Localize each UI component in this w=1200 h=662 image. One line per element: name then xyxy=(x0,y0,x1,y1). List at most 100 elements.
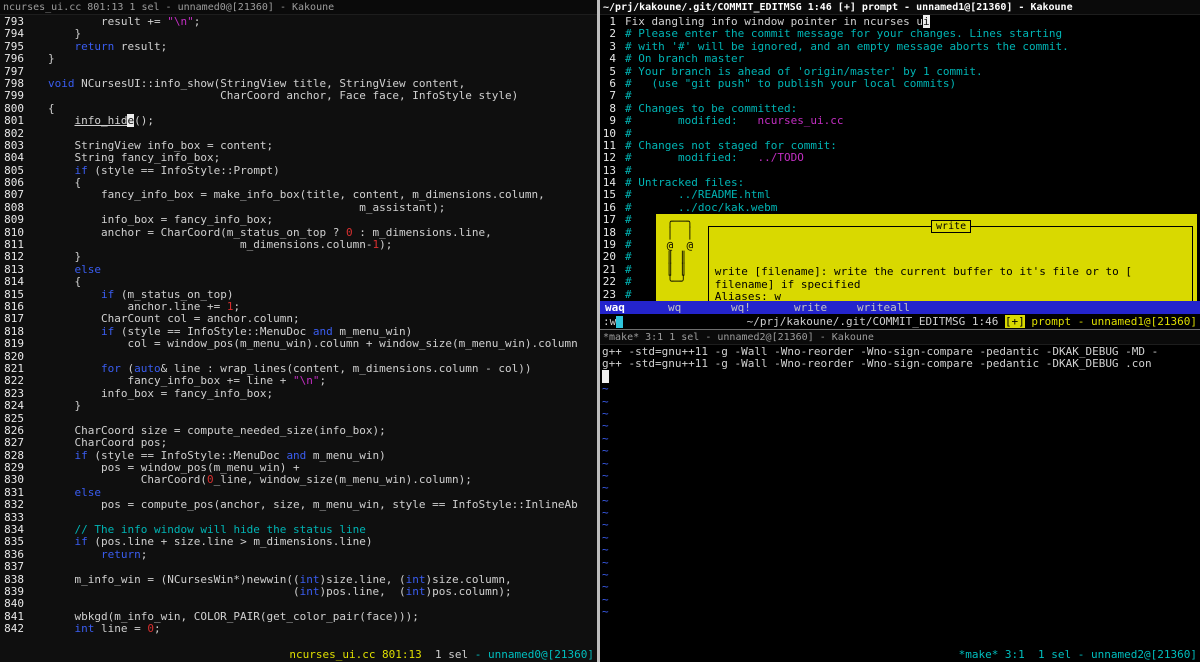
buffer-padding-tilde: ~ xyxy=(602,458,1200,470)
text-segment: } xyxy=(48,27,81,40)
text-segment: result += xyxy=(48,15,167,28)
line-number: 796 xyxy=(2,53,24,65)
line-number: 809 xyxy=(2,214,24,226)
completion-menu-item-wq[interactable]: wq xyxy=(668,301,731,314)
completion-menu-item-wq[interactable]: wq! xyxy=(731,301,794,314)
text-segment: line = xyxy=(94,622,147,635)
make-buffer-view[interactable]: g++ -std=gnu++11 -g -Wall -Wno-reorder -… xyxy=(600,345,1200,647)
text-segment xyxy=(48,486,75,499)
line-number: 817 xyxy=(2,313,24,325)
text-segment: # Untracked files: xyxy=(625,176,744,189)
line-number: 799 xyxy=(2,90,24,102)
buffer-padding-tilde: ~ xyxy=(602,581,1200,593)
text-segment: CharCoord anchor, Face face, InfoStyle s… xyxy=(48,89,518,102)
line-number: 2 xyxy=(602,28,616,40)
code-line: 6# (use "git push" to publish your local… xyxy=(602,78,1200,90)
text-segment: # with '#' will be ignored, and an empty… xyxy=(625,40,1069,53)
text-segment: NCursesUI::info_show(StringView title, S… xyxy=(75,77,466,90)
assistant-clippy-icon: ╭──╮ │ │ @ @ ║ ║ ║ ║ ╰─╯ xyxy=(660,216,700,299)
line-number: 822 xyxy=(2,375,24,387)
text-segment: and xyxy=(286,449,306,462)
line-number: 842 xyxy=(2,623,24,635)
text-segment: # ../README.html xyxy=(625,188,771,201)
completion-menu-item-writeall[interactable]: writeall xyxy=(857,301,920,314)
text-segment: pos = window_pos(m_menu_win) + xyxy=(48,461,300,474)
text-segment: ~ xyxy=(602,382,609,395)
text-segment: anchor = CharCoord(m_status_on_top ? xyxy=(48,226,346,239)
code-line: 9# modified: ncurses_ui.cc xyxy=(602,115,1200,127)
text-segment: wbkgd(m_info_win, COLOR_PAIR(get_color_p… xyxy=(48,610,419,623)
line-number: 832 xyxy=(2,499,24,511)
code-line: 793 result += "\n"; xyxy=(2,16,597,28)
text-segment: ~ xyxy=(602,407,609,420)
text-segment xyxy=(48,622,75,635)
text-segment: # (use "git push" to publish your local … xyxy=(625,77,956,90)
completion-menu-item-waq[interactable]: waq xyxy=(605,301,668,314)
buffer-padding-tilde: ~ xyxy=(602,383,1200,395)
text-segment: "\n" xyxy=(293,374,320,387)
text-segment: # xyxy=(625,226,632,239)
line-number: 819 xyxy=(2,338,24,350)
left-window-titlebar[interactable]: ncurses_ui.cc 801:13 1 sel - unnamed0@[2… xyxy=(0,0,597,15)
text-segment: (); xyxy=(134,114,154,127)
commit-statusline: :w ~/prj/kakoune/.git/COMMIT_EDITMSG 1:4… xyxy=(600,314,1200,329)
text-segment: m_menu_win) xyxy=(306,449,385,462)
text-segment: ~ xyxy=(602,580,609,593)
text-segment: } xyxy=(48,250,81,263)
make-status-bufinfo: *make* 3:1 1 sel - unnamed2@[21360] xyxy=(959,647,1197,662)
text-segment: if xyxy=(75,535,88,548)
text-segment: (style == InfoStyle::MenuDoc xyxy=(88,449,287,462)
text-segment: { xyxy=(48,102,55,115)
make-window-titlebar[interactable]: *make* 3:1 1 sel - unnamed2@[21360] - Ka… xyxy=(600,330,1200,345)
commit-window-titlebar[interactable]: ~/prj/kakoune/.git/COMMIT_EDITMSG 1:46 [… xyxy=(600,0,1200,15)
text-segment: 0 xyxy=(147,622,154,635)
text-segment: (m_status_on_top) xyxy=(114,288,233,301)
line-number: 824 xyxy=(2,400,24,412)
info-popup-text-line: Aliases: w xyxy=(715,291,1186,301)
buffer-padding-tilde: ~ xyxy=(602,519,1200,531)
line-number: 4 xyxy=(602,53,616,65)
code-line: 796} xyxy=(2,53,597,65)
completion-menu-item-write[interactable]: write xyxy=(794,301,857,314)
prompt-line[interactable]: :w xyxy=(603,314,623,329)
text-segment: # Your branch is ahead of 'origin/master… xyxy=(625,65,983,78)
text-segment: m_menu_win) xyxy=(333,325,412,338)
text-segment xyxy=(48,40,75,53)
text-segment: ~ xyxy=(602,556,609,569)
text-segment: } xyxy=(48,399,81,412)
text-segment: pos = compute_pos(anchor, size, m_menu_w… xyxy=(48,498,578,511)
text-segment: StringView info_box = content; xyxy=(48,139,273,152)
line-number: 22 xyxy=(602,276,616,288)
code-line: 836 return; xyxy=(2,549,597,561)
text-segment: # xyxy=(625,238,632,251)
line-number: 830 xyxy=(2,474,24,486)
buffer-padding-tilde: ~ xyxy=(602,482,1200,494)
line-number: 15 xyxy=(602,189,616,201)
text-segment: *make* 3:1 1 sel - unnamed2@[21360] xyxy=(959,648,1197,661)
info-popup-text: write [filename]: write the current buff… xyxy=(715,266,1186,301)
text-segment: int xyxy=(406,573,426,586)
left-buffer-view[interactable]: 793 result += "\n";794 }795 return resul… xyxy=(0,15,597,647)
text-segment: # modified: xyxy=(625,151,757,164)
line-number: 20 xyxy=(602,251,616,263)
text-segment: ; xyxy=(194,15,201,28)
text-segment: int xyxy=(300,573,320,586)
text-segment: 0 xyxy=(346,226,353,239)
text-segment: ncurses_ui.cc 801:13 xyxy=(289,648,428,661)
text-segment: # Changes to be committed: xyxy=(625,102,797,115)
code-line: 824 } xyxy=(2,400,597,412)
line-number: 835 xyxy=(2,536,24,548)
text-segment: ~ xyxy=(602,469,609,482)
text-segment: int xyxy=(300,585,320,598)
text-segment: )pos.column); xyxy=(426,585,512,598)
code-line: 16# ../doc/kak.webm xyxy=(602,202,1200,214)
text-segment: # xyxy=(625,263,632,276)
text-segment: ~ xyxy=(602,419,609,432)
line-number: 9 xyxy=(602,115,616,127)
text-segment: } xyxy=(48,52,55,65)
text-segment: // The info window will hide the status … xyxy=(75,523,366,536)
left-status-bufinfo: ncurses_ui.cc 801:13 1 sel - unnamed0@[2… xyxy=(289,647,594,662)
text-segment xyxy=(48,535,75,548)
right-column: ~/prj/kakoune/.git/COMMIT_EDITMSG 1:46 [… xyxy=(600,0,1200,662)
info-popup-box: write write [filename]: write the curren… xyxy=(708,226,1193,301)
